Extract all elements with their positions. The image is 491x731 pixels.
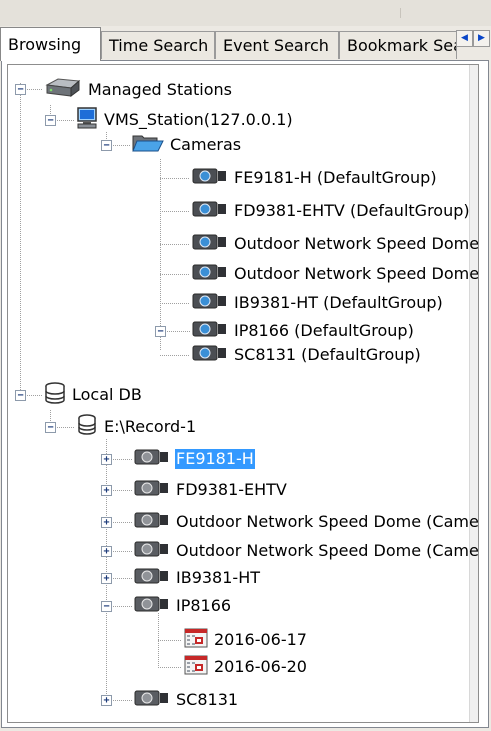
calendar-icon [184, 628, 208, 652]
node-label: IP8166 (DefaultGroup) [234, 321, 414, 340]
camera-icon [134, 568, 170, 588]
camera-icon [134, 480, 170, 500]
strip-divider [400, 8, 401, 18]
tree-node-camera[interactable]: IB9381-HT (DefaultGroup) [192, 291, 444, 315]
local-db-toggle[interactable]: − [15, 390, 26, 401]
top-strip [0, 0, 491, 26]
node-label-selected: FE9181-H [175, 449, 255, 469]
camera-icon [134, 541, 170, 561]
tree-node-camera[interactable]: IP8166 (DefaultGroup) [192, 319, 415, 343]
local-camera-toggle[interactable]: + [101, 546, 112, 557]
node-label: VMS_Station(127.0.0.1) [104, 110, 293, 129]
tab-bar: Browsing Time Search Event Search Bookma… [0, 27, 491, 61]
local-camera-toggle[interactable]: − [101, 601, 112, 612]
tab-scroll-left-button[interactable]: ◀ [456, 30, 473, 47]
node-label: FD9381-EHTV [176, 480, 287, 499]
ip8166-toggle[interactable]: − [155, 326, 166, 337]
cameras-folder-toggle[interactable]: − [101, 140, 112, 151]
tree-node-local-camera[interactable]: Outdoor Network Speed Dome (Camera) [134, 539, 479, 563]
database-icon [76, 414, 98, 440]
camera-icon [192, 293, 228, 313]
local-camera-toggle[interactable]: + [101, 573, 112, 584]
tab-bookmark-search[interactable]: Bookmark Search [339, 31, 457, 59]
local-camera-toggle[interactable]: + [101, 454, 112, 465]
tree-node-record-drive[interactable]: E:\Record-1 [76, 414, 197, 440]
camera-icon [134, 512, 170, 532]
node-label: 2016-06-17 [214, 630, 307, 649]
camera-icon [134, 596, 170, 616]
database-icon [44, 382, 66, 408]
tree-node-camera[interactable]: FE9181-H (DefaultGroup) [192, 166, 438, 190]
node-label: FE9181-H (DefaultGroup) [234, 168, 437, 187]
station-tree: − Managed Stations − VMS_Station(127.0.0… [7, 64, 479, 723]
tab-browsing[interactable]: Browsing [0, 27, 101, 61]
node-label: SC8131 [176, 690, 239, 709]
node-label: Outdoor Network Speed Dome (DefaultGroup… [234, 264, 479, 283]
camera-icon [192, 201, 228, 221]
tree-node-cameras-folder[interactable]: Cameras [132, 133, 242, 157]
calendar-icon [184, 655, 208, 679]
node-label: FD9381-EHTV (DefaultGroup) [234, 201, 470, 220]
local-camera-toggle[interactable]: + [101, 485, 112, 496]
tab-scroll-right-button[interactable]: ▶ [473, 30, 490, 47]
node-label: E:\Record-1 [104, 417, 197, 436]
camera-icon [192, 345, 228, 365]
tree-node-managed-stations[interactable]: Managed Stations [44, 78, 233, 102]
node-label: 2016-06-20 [214, 657, 307, 676]
node-label: IB9381-HT (DefaultGroup) [234, 293, 443, 312]
node-label: IB9381-HT [176, 568, 260, 587]
tree-node-camera[interactable]: FD9381-EHTV (DefaultGroup) [192, 199, 471, 223]
open-folder-icon [132, 133, 164, 157]
node-label: SC8131 (DefaultGroup) [234, 345, 421, 364]
tree-node-local-camera[interactable]: FD9381-EHTV [134, 478, 288, 502]
tree-node-recording-date[interactable]: 2016-06-20 [184, 655, 308, 679]
tree-node-local-camera[interactable]: IB9381-HT [134, 566, 261, 590]
tree-node-camera[interactable]: Outdoor Network Speed Dome (DefaultGroup… [192, 232, 479, 256]
node-label: Local DB [72, 385, 142, 404]
tree-node-local-db[interactable]: Local DB [44, 382, 143, 408]
tab-time-search[interactable]: Time Search [101, 31, 215, 59]
camera-icon [192, 321, 228, 341]
tree-node-recording-date[interactable]: 2016-06-17 [184, 628, 308, 652]
camera-icon [192, 264, 228, 284]
local-camera-toggle[interactable]: + [101, 695, 112, 706]
camera-icon [134, 449, 170, 469]
node-label: Managed Stations [88, 80, 233, 99]
camera-icon [192, 168, 228, 188]
server-icon [44, 77, 82, 103]
camera-icon [134, 690, 170, 710]
local-camera-toggle[interactable]: + [101, 517, 112, 528]
node-label: Outdoor Network Speed Dome (Camera) [176, 512, 479, 531]
tab-event-search[interactable]: Event Search [215, 31, 339, 59]
tree-node-local-camera[interactable]: IP8166 [134, 594, 232, 618]
tree-node-local-camera[interactable]: SC8131 [134, 688, 239, 712]
camera-icon [192, 234, 228, 254]
computer-icon [76, 107, 98, 133]
browsing-panel: − Managed Stations − VMS_Station(127.0.0… [1, 60, 489, 728]
tree-node-vms-station[interactable]: VMS_Station(127.0.0.1) [76, 107, 294, 133]
record-drive-toggle[interactable]: − [45, 422, 56, 433]
node-label: Outdoor Network Speed Dome (DefaultGroup… [234, 234, 479, 253]
node-label: Outdoor Network Speed Dome (Camera) [176, 541, 479, 560]
vms-station-toggle[interactable]: − [45, 115, 56, 126]
node-label: Cameras [170, 135, 242, 154]
tree-node-camera[interactable]: SC8131 (DefaultGroup) [192, 343, 422, 367]
tree-node-camera[interactable]: Outdoor Network Speed Dome (DefaultGroup… [192, 262, 479, 286]
node-label: IP8166 [176, 596, 232, 615]
managed-stations-toggle[interactable]: − [15, 84, 26, 95]
tree-node-local-camera-selected[interactable]: FE9181-H [134, 447, 255, 471]
tree-node-local-camera[interactable]: Outdoor Network Speed Dome (Camera) [134, 510, 479, 534]
